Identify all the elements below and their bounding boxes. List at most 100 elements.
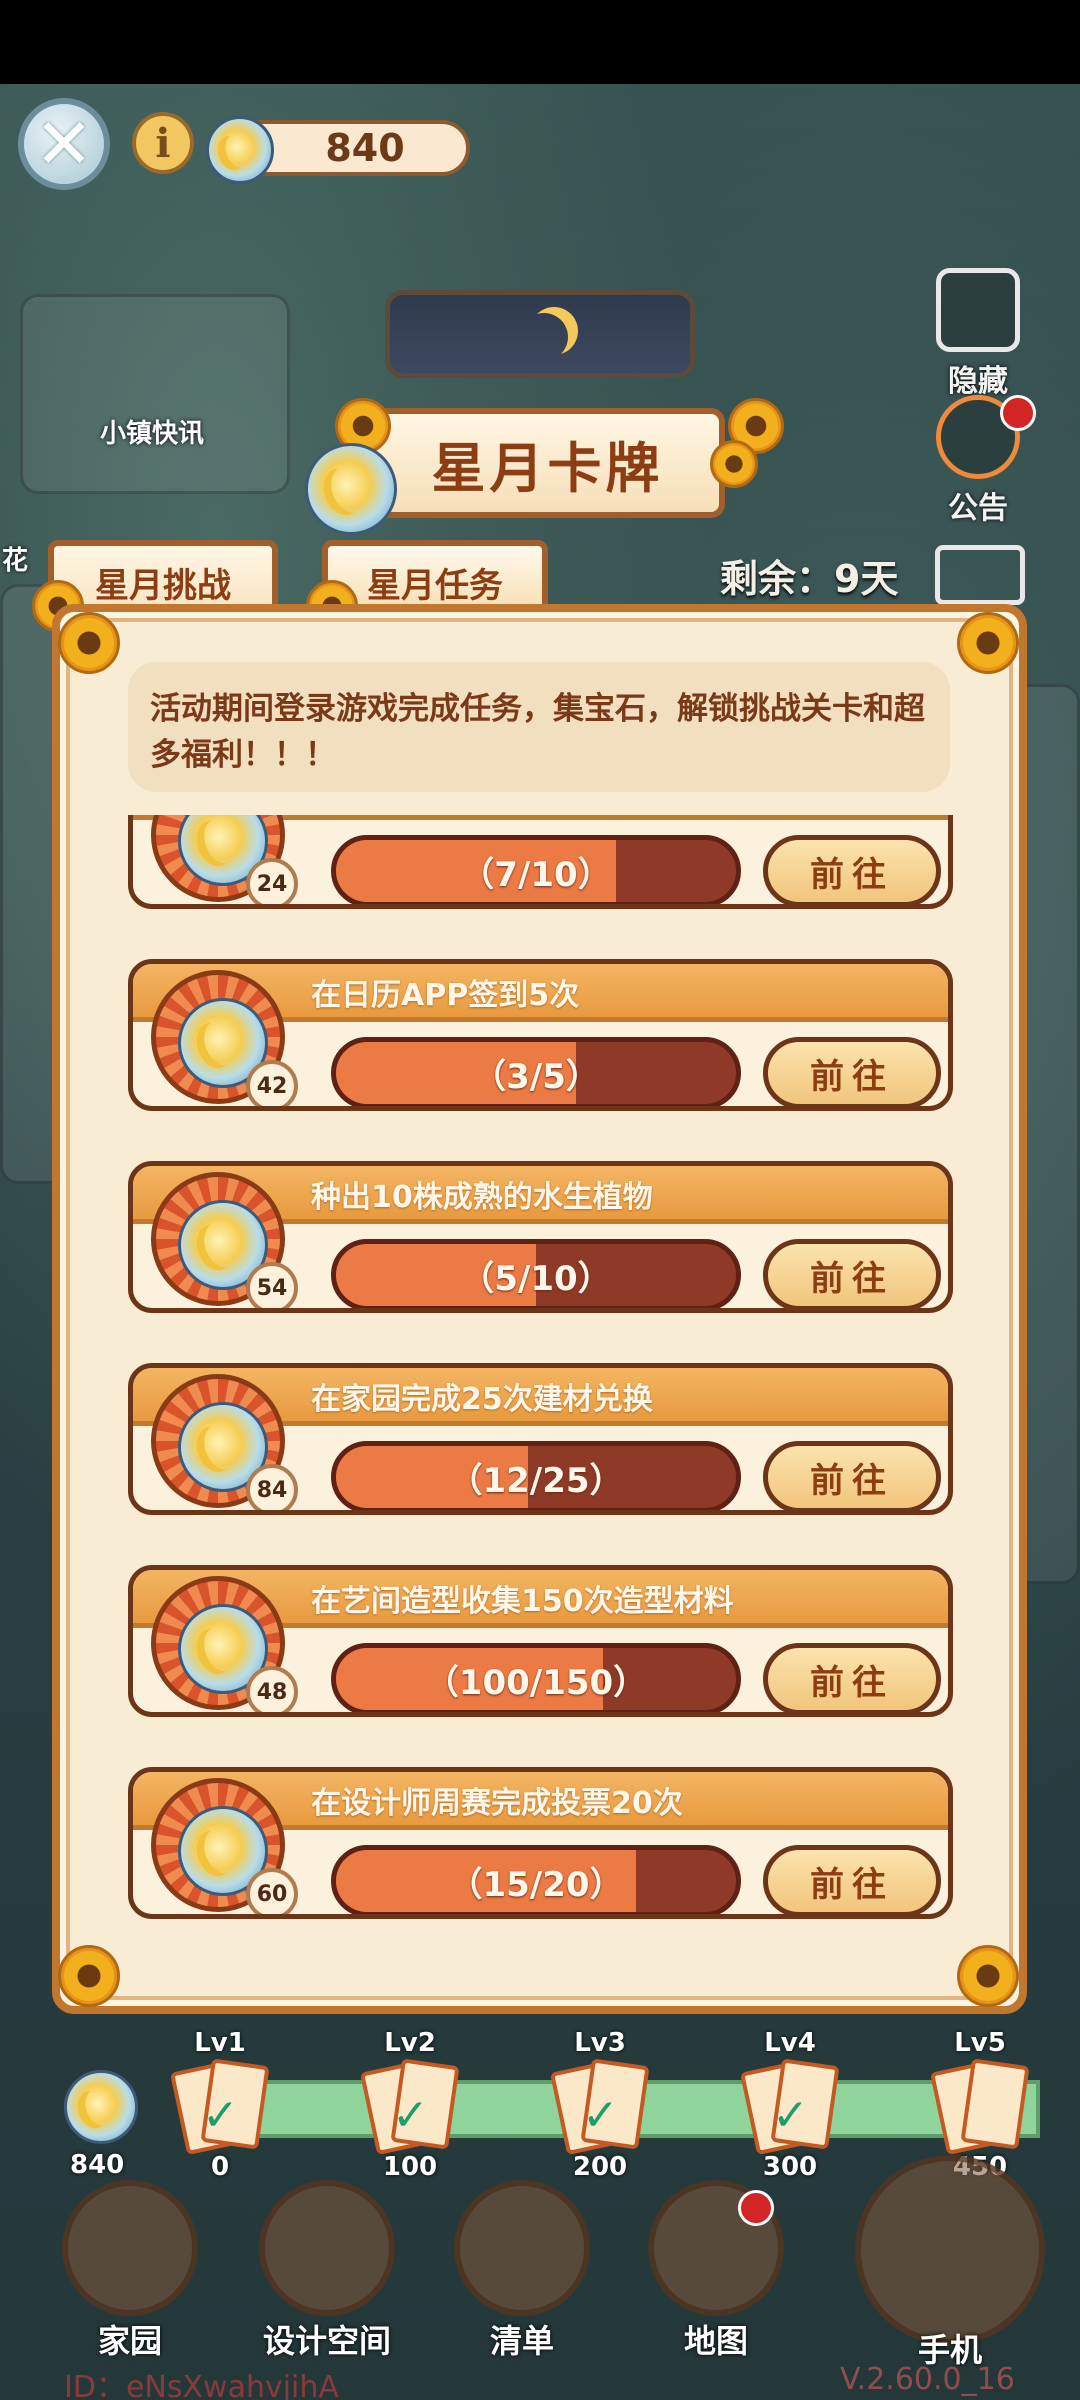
progress-text: （100/150）	[424, 1662, 648, 1703]
title-banner: 星月卡牌	[370, 408, 725, 518]
level-label: Lv1	[194, 2028, 246, 2058]
town-express-board[interactable]	[20, 294, 290, 494]
list-icon	[454, 2180, 590, 2316]
design-icon	[259, 2180, 395, 2316]
nav-home[interactable]: 家园	[60, 2180, 200, 2362]
go-button[interactable]: 前往	[763, 1239, 941, 1308]
card-pack-icon: ✓	[359, 2058, 460, 2156]
moon-gem-icon	[206, 116, 274, 184]
time-remaining: 剩余：9天	[720, 557, 899, 601]
moon-gem-icon	[305, 443, 397, 535]
task-title: 种出10株成熟的水生植物	[311, 1180, 653, 1215]
nav-design-space[interactable]: 设计空间	[252, 2180, 402, 2362]
go-button[interactable]: 前往	[763, 835, 941, 904]
info-button[interactable]: i	[132, 112, 194, 174]
level-threshold: 0	[210, 2152, 230, 2182]
nav-label: 家园	[97, 2322, 162, 2360]
crescent-moon-icon	[520, 313, 568, 361]
hide-button[interactable]: 隐藏	[918, 268, 1038, 400]
level-label: Lv4	[764, 2028, 816, 2058]
close-button[interactable]: ✕	[18, 98, 110, 190]
checkmark-icon: ✓	[772, 2090, 809, 2141]
progress-text: （3/5）	[472, 1056, 600, 1097]
reward-level-3[interactable]: Lv3 ✓ 200	[549, 2028, 650, 2182]
task-progress-bar: （12/25）	[331, 1441, 741, 1510]
sunflower-icon	[58, 612, 120, 674]
home-icon	[62, 2180, 198, 2316]
level-threshold: 200	[572, 2152, 628, 2182]
reward-count: 60	[246, 1868, 298, 1914]
close-icon: ✕	[34, 103, 94, 185]
version-label: V.2.60.0_16	[840, 2362, 1015, 2397]
task-title: 在家园完成25次建材兑换	[311, 1382, 653, 1417]
task-progress-bar: （7/10）	[331, 835, 741, 904]
announcement-label: 公告	[948, 491, 1008, 526]
checkmark-icon: ✓	[582, 2090, 619, 2141]
level-label: Lv5	[954, 2028, 1006, 2058]
event-description: 活动期间登录游戏完成任务，集宝石，解锁挑战关卡和超多福利！！！	[128, 662, 950, 792]
sunflower-icon	[957, 1945, 1019, 2007]
task-card: 在设计师周赛完成投票20次 60 （15/20） 前往	[128, 1767, 953, 1919]
currency-amount: 840	[325, 126, 405, 170]
task-progress-bar: （15/20）	[331, 1845, 741, 1914]
reward-count: 54	[246, 1262, 298, 1308]
task-card: 在日历APP签到5次 42 （3/5） 前往	[128, 959, 953, 1111]
reward-level-2[interactable]: Lv2 ✓ 100	[359, 2028, 460, 2182]
reward-count: 48	[246, 1666, 298, 1712]
progress-text: （5/10）	[460, 1258, 612, 1299]
card	[960, 2058, 1030, 2150]
card-pack-icon	[929, 2058, 1030, 2156]
reward-level-4[interactable]: Lv4 ✓ 300	[739, 2028, 840, 2182]
task-card: 在家园完成25次建材兑换 84 （12/25） 前往	[128, 1363, 953, 1515]
tab-label: 星月任务	[367, 565, 503, 606]
nav-label: 设计空间	[262, 2322, 391, 2360]
go-button[interactable]: 前往	[763, 1037, 941, 1106]
notification-dot	[1000, 395, 1036, 431]
task-title: 在艺间造型收集150次造型材料	[311, 1584, 734, 1619]
nav-phone[interactable]: 手机	[855, 2155, 1045, 2371]
card-pack-icon: ✓	[549, 2058, 650, 2156]
task-progress-bar: （100/150）	[331, 1643, 741, 1712]
task-list[interactable]: 在萌宠乐园完成10次宠物出游 24 （7/10） 前往 在日历APP签到5次 4…	[128, 815, 953, 1963]
card-pack-icon: ✓	[739, 2058, 840, 2156]
task-progress-bar: （3/5）	[331, 1037, 741, 1106]
card-pack-icon: ✓	[169, 2058, 270, 2156]
checkmark-icon: ✓	[202, 2090, 239, 2141]
reward-count: 24	[246, 858, 298, 904]
progress-text: （15/20）	[448, 1864, 624, 1905]
go-button[interactable]: 前往	[763, 1845, 941, 1914]
go-button[interactable]: 前往	[763, 1643, 941, 1712]
reward-count: 84	[246, 1464, 298, 1510]
page-title: 星月卡牌	[431, 436, 664, 500]
hide-label: 隐藏	[948, 364, 1008, 399]
player-id: ID：eNsXwahvjihA	[64, 2370, 339, 2400]
go-button[interactable]: 前往	[763, 1441, 941, 1510]
task-card: 在萌宠乐园完成10次宠物出游 24 （7/10） 前往	[128, 815, 953, 909]
reward-level-1[interactable]: Lv1 ✓ 0	[169, 2028, 270, 2182]
nav-label: 清单	[489, 2322, 554, 2360]
task-card: 种出10株成熟的水生植物 54 （5/10） 前往	[128, 1161, 953, 1313]
status-bar	[0, 0, 1080, 84]
night-sky-panel	[385, 290, 695, 378]
level-label: Lv3	[574, 2028, 626, 2058]
hide-icon	[936, 268, 1020, 352]
town-express-label: 小镇快讯	[100, 419, 205, 449]
track-amount: 840	[70, 2150, 125, 2180]
level-threshold: 300	[762, 2152, 818, 2182]
tab-label: 星月挑战	[95, 565, 231, 606]
notification-dot	[738, 2190, 774, 2226]
progress-text: （12/25）	[448, 1460, 624, 1501]
sunflower-icon	[710, 440, 758, 488]
sunflower-icon	[957, 612, 1019, 674]
mail-icon[interactable]	[935, 545, 1025, 605]
task-title: 在设计师周赛完成投票20次	[311, 1786, 683, 1821]
info-icon: i	[155, 119, 171, 167]
reward-count: 42	[246, 1060, 298, 1106]
checkmark-icon: ✓	[392, 2090, 429, 2141]
nav-label: 地图	[683, 2322, 748, 2360]
nav-list[interactable]: 清单	[452, 2180, 592, 2362]
moon-gem-icon	[64, 2070, 138, 2144]
level-label: Lv2	[384, 2028, 436, 2058]
progress-text: （7/10）	[460, 854, 612, 895]
level-threshold: 100	[382, 2152, 438, 2182]
